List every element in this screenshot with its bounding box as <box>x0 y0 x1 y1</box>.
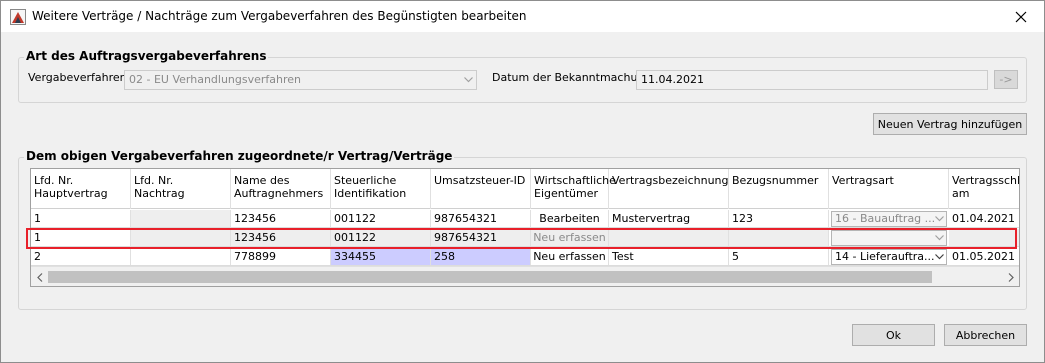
cell-bezeichnung[interactable]: Mustervertrag <box>609 210 729 227</box>
vertragsart-value: 16 - Bauauftrag ... <box>835 212 936 225</box>
cell-bezugsnummer[interactable] <box>729 229 829 246</box>
contracts-table: Lfd. Nr. Hauptvertrag Lfd. Nr. Nachtrag … <box>30 168 1020 287</box>
vertragsart-select[interactable]: 16 - Bauauftrag ... <box>831 211 947 227</box>
vertragsart-value: 14 - Lieferauftra... <box>835 250 935 263</box>
datum-label: Datum der Bekanntmachung <box>492 71 652 84</box>
cell-name[interactable]: 123456 <box>231 210 331 227</box>
col-vertragsart[interactable]: Vertragsart <box>829 169 949 209</box>
cell-schluss[interactable] <box>949 229 1019 246</box>
cell-name[interactable]: 123456 <box>231 229 331 246</box>
cell-hauptvertrag[interactable]: 1 <box>31 210 131 227</box>
cancel-button[interactable]: Abbrechen <box>944 324 1027 346</box>
cell-steuer-id[interactable]: 001122 <box>331 229 431 246</box>
cell-nachtrag[interactable] <box>131 229 231 246</box>
cell-schluss[interactable]: 01.05.2021 <box>949 248 1019 265</box>
vertragsart-select[interactable]: 14 - Lieferauftra... <box>831 249 947 265</box>
vergabeverfahren-select[interactable]: 02 - EU Verhandlungsverfahren <box>124 70 477 90</box>
cell-ust-id[interactable]: 258 <box>431 248 531 265</box>
chevron-down-icon <box>933 250 945 264</box>
dialog-window: Weitere Verträge / Nachträge zum Vergabe… <box>0 0 1045 363</box>
cell-nachtrag[interactable] <box>131 248 231 265</box>
scrollbar-thumb[interactable] <box>48 271 932 283</box>
app-icon <box>10 9 26 25</box>
scroll-right-icon[interactable] <box>1002 267 1019 286</box>
close-icon[interactable] <box>998 1 1044 32</box>
cell-hauptvertrag[interactable]: 1 <box>31 229 131 246</box>
cell-name[interactable]: 778899 <box>231 248 331 265</box>
table-row[interactable]: 1 123456 001122 987654321 Neu erfassen <box>31 229 1019 247</box>
vergabeverfahren-label: Vergabeverfahren <box>28 71 127 84</box>
cell-ust-id[interactable]: 987654321 <box>431 210 531 227</box>
table-header: Lfd. Nr. Hauptvertrag Lfd. Nr. Nachtrag … <box>31 169 1019 209</box>
vertragsart-select[interactable] <box>831 230 947 246</box>
cell-steuer-id[interactable]: 334455 <box>331 248 431 265</box>
cell-bezugsnummer[interactable]: 123 <box>729 210 829 227</box>
col-nachtrag[interactable]: Lfd. Nr. Nachtrag <box>131 169 231 209</box>
cell-ust-id[interactable]: 987654321 <box>431 229 531 246</box>
ok-button[interactable]: Ok <box>852 324 935 346</box>
col-eigentuemer[interactable]: Wirtschaftliche Eigentümer <box>531 169 616 209</box>
col-ust-id[interactable]: Umsatzsteuer-ID <box>431 169 531 209</box>
col-bezeichnung[interactable]: Vertragsbezeichnung <box>609 169 729 209</box>
col-schluss[interactable]: Vertragsschluss am <box>949 169 1019 209</box>
horizontal-scrollbar[interactable] <box>31 266 1019 286</box>
contracts-legend: Dem obigen Vergabeverfahren zugeordnete/… <box>24 149 455 163</box>
goto-date-button[interactable]: -> <box>994 70 1018 89</box>
procedure-type-legend: Art des Auftragsvergabeverfahrens <box>24 49 269 63</box>
add-contract-button[interactable]: Neuen Vertrag hinzufügen <box>873 113 1027 135</box>
col-steuer-id[interactable]: Steuerliche Identifikation <box>331 169 431 209</box>
cell-steuer-id[interactable]: 001122 <box>331 210 431 227</box>
vergabeverfahren-value: 02 - EU Verhandlungsverfahren <box>129 73 302 86</box>
datum-field[interactable]: 11.04.2021 <box>636 70 988 90</box>
cell-bezeichnung[interactable]: Test <box>609 248 729 265</box>
cell-hauptvertrag[interactable]: 2 <box>31 248 131 265</box>
table-row[interactable]: 2 778899 334455 258 Neu erfassen Test 5 … <box>31 248 1019 266</box>
new-owners-button[interactable]: Neu erfassen <box>531 229 609 246</box>
col-name[interactable]: Name des Auftragnehmers <box>231 169 331 209</box>
scroll-left-icon[interactable] <box>31 267 48 286</box>
col-bezugsnummer[interactable]: Bezugsnummer <box>729 169 829 209</box>
chevron-down-icon <box>933 212 945 226</box>
title-bar: Weitere Verträge / Nachträge zum Vergabe… <box>1 1 1044 32</box>
window-title: Weitere Verträge / Nachträge zum Vergabe… <box>32 9 527 23</box>
new-owners-button[interactable]: Neu erfassen <box>531 248 609 265</box>
edit-owners-button[interactable]: Bearbeiten <box>531 210 609 227</box>
table-row[interactable]: 1 123456 001122 987654321 Bearbeiten Mus… <box>31 210 1019 228</box>
chevron-down-icon <box>462 71 474 89</box>
cell-bezugsnummer[interactable]: 5 <box>729 248 829 265</box>
cell-nachtrag[interactable] <box>131 210 231 227</box>
cell-bezeichnung[interactable] <box>609 229 729 246</box>
cell-schluss[interactable]: 01.04.2021 <box>949 210 1019 227</box>
col-hauptvertrag[interactable]: Lfd. Nr. Hauptvertrag <box>31 169 131 209</box>
chevron-down-icon <box>933 231 945 245</box>
